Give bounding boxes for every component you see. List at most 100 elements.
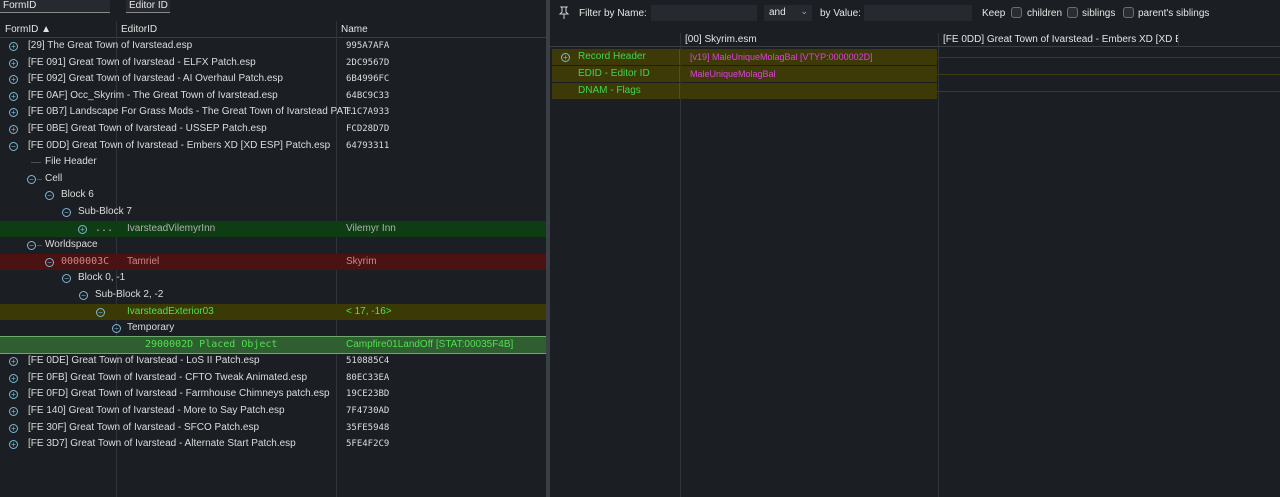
expand-plus-icon[interactable]: +: [9, 373, 18, 383]
tree-row-plugin[interactable]: + [FE 140] Great Town of Ivarstead - Mor…: [0, 403, 546, 420]
collapse-minus-icon[interactable]: −: [27, 174, 36, 184]
row-label: [FE 0FD] Great Town of Ivarstead - Farmh…: [28, 388, 330, 400]
column-header-name[interactable]: Name: [336, 21, 368, 38]
row-label: Worldspace: [45, 239, 98, 251]
row-value: Vilemyr Inn: [346, 222, 396, 234]
record-row-edid[interactable]: EDID - Editor ID MaleUniqueMolagBal: [550, 66, 1280, 82]
row-label: Block 0, -1: [78, 272, 126, 284]
expand-plus-icon[interactable]: +: [9, 124, 18, 134]
tree-row-plugin-expanded[interactable]: − [FE 0DD] Great Town of Ivarstead - Emb…: [0, 138, 546, 155]
tree-row-plugin[interactable]: + [FE 0AF] Occ_Skyrim - The Great Town o…: [0, 88, 546, 105]
tree-row-temporary[interactable]: − Temporary: [0, 320, 546, 337]
filter-name-input[interactable]: [650, 4, 758, 22]
row-label: Cell: [45, 172, 63, 184]
tree-row-block[interactable]: − Block 6: [0, 187, 546, 204]
tree-row-plugin[interactable]: + [FE 0BE] Great Town of Ivarstead - USS…: [0, 121, 546, 138]
row-value: 64BC9C33: [346, 90, 390, 101]
tree-row-sub-block[interactable]: − Sub-Block 7: [0, 204, 546, 221]
row-value: Skyrim: [346, 255, 377, 267]
collapse-minus-icon[interactable]: −: [45, 257, 54, 267]
editorid-filter-input[interactable]: Editor ID: [126, 0, 170, 13]
row-value: 5FE4F2C9: [346, 439, 390, 450]
tree-row-exterior-cell[interactable]: − IvarsteadExterior03 < 17, -16>: [0, 303, 546, 321]
right-pane: Filter by Name: and ⌄ by Value: Keep chi…: [550, 0, 1280, 497]
filter-value-input[interactable]: [863, 4, 973, 22]
column-header-embers-patch[interactable]: [FE 0DD] Great Town of Ivarstead - Ember…: [939, 33, 1179, 47]
column-divider: [680, 33, 681, 497]
tree-row-sub-block[interactable]: − Sub-Block 2, -2: [0, 287, 546, 304]
expand-plus-icon[interactable]: +: [9, 91, 18, 101]
expand-plus-icon[interactable]: +: [9, 42, 18, 51]
row-label: [FE 0DD] Great Town of Ivarstead - Ember…: [28, 139, 331, 151]
keep-label: Keep: [982, 8, 1006, 19]
tree-row-plugin[interactable]: + [FE 0B7] Landscape For Grass Mods - Th…: [0, 104, 546, 121]
record-label: EDID - Editor ID: [578, 68, 650, 79]
keep-siblings-label[interactable]: siblings: [1082, 8, 1115, 19]
tree-row-block[interactable]: − Block 0, -1: [0, 270, 546, 287]
expand-plus-icon[interactable]: +: [9, 58, 18, 68]
row-value: 80EC33EA: [346, 372, 390, 383]
row-label: [FE 092] Great Town of Ivarstead - AI Ov…: [28, 73, 283, 85]
expand-plus-icon[interactable]: +: [561, 53, 570, 62]
tree-row-plugin[interactable]: + [FE 0FD] Great Town of Ivarstead - Far…: [0, 386, 546, 403]
tree-row-plugin[interactable]: + [FE 0FB] Great Town of Ivarstead - CFT…: [0, 370, 546, 387]
collapse-minus-icon[interactable]: −: [45, 191, 54, 201]
row-label: Sub-Block 2, -2: [95, 288, 164, 300]
column-header-editorid[interactable]: EditorID: [116, 21, 157, 38]
collapse-minus-icon[interactable]: −: [96, 307, 105, 317]
expand-plus-icon[interactable]: +: [9, 390, 18, 400]
expand-plus-icon[interactable]: +: [9, 75, 18, 85]
keep-parents-siblings-checkbox[interactable]: [1123, 7, 1134, 18]
row-label: [FE 30F] Great Town of Ivarstead - SFCO …: [28, 421, 260, 433]
tree-row-placed-object-selected[interactable]: 2900002D Placed Object Campfire01LandOff…: [0, 335, 547, 355]
row-label: [FE 091] Great Town of Ivarstead - ELFX …: [28, 56, 256, 68]
pin-icon[interactable]: [558, 6, 570, 23]
keep-siblings-checkbox[interactable]: [1067, 7, 1078, 18]
left-filter-bar: FormID Editor ID: [0, 0, 546, 17]
filter-operator-select[interactable]: and ⌄: [763, 4, 813, 22]
cell-divider: [679, 83, 680, 99]
collapse-minus-icon[interactable]: −: [79, 290, 88, 300]
tree-row-worldspace-record[interactable]: − 0000003C Tamriel Skyrim: [0, 253, 546, 271]
column-header-skyrim-esm[interactable]: [00] Skyrim.esm: [681, 33, 939, 47]
tree-row-plugin[interactable]: + [FE 092] Great Town of Ivarstead - AI …: [0, 71, 546, 88]
collapse-minus-icon[interactable]: −: [62, 274, 71, 284]
keep-children-label[interactable]: children: [1027, 8, 1062, 19]
record-label: Record Header: [578, 51, 646, 62]
collapse-minus-icon[interactable]: −: [9, 141, 18, 151]
formid-filter-input[interactable]: FormID: [0, 0, 110, 13]
tree-row-plugin[interactable]: + [FE 0DE] Great Town of Ivarstead - LoS…: [0, 353, 546, 370]
expand-plus-icon[interactable]: +: [9, 357, 18, 367]
expand-plus-icon[interactable]: +: [78, 224, 87, 234]
row-value: FCD28D7D: [346, 123, 390, 134]
collapse-minus-icon[interactable]: −: [62, 207, 71, 217]
row-divider: [937, 74, 1280, 75]
tree-row-worldspace-group[interactable]: − Worldspace: [0, 237, 546, 254]
collapse-minus-icon[interactable]: −: [27, 241, 36, 251]
tree-row-plugin[interactable]: + [FE 30F] Great Town of Ivarstead - SFC…: [0, 420, 546, 437]
record-tree: + [29] The Great Town of Ivarstead.esp 9…: [0, 38, 547, 453]
tree-row-cell-record[interactable]: + ... IvarsteadVilemyrInn Vilemyr Inn: [0, 220, 546, 238]
tree-row-plugin[interactable]: + [FE 091] Great Town of Ivarstead - ELF…: [0, 55, 546, 72]
row-divider: [937, 91, 1280, 92]
keep-parents-siblings-label[interactable]: parent's siblings: [1138, 8, 1209, 19]
expand-plus-icon[interactable]: +: [9, 440, 18, 450]
tree-row-plugin[interactable]: + [29] The Great Town of Ivarstead.esp 9…: [0, 38, 546, 55]
expand-plus-icon[interactable]: +: [9, 407, 18, 417]
record-row-dnam[interactable]: DNAM - Flags: [550, 83, 1280, 99]
collapse-minus-icon[interactable]: −: [112, 324, 121, 334]
row-label: Block 6: [61, 189, 94, 201]
record-row-header[interactable]: + Record Header [v19] MaleUniqueMolagBal…: [550, 49, 1280, 65]
column-header-formid[interactable]: FormID ▲: [0, 21, 51, 38]
record-value: [v19] MaleUniqueMolagBal [VTYP:0000002D]: [690, 52, 873, 62]
expand-plus-icon[interactable]: +: [9, 108, 18, 118]
tree-connector: [37, 178, 42, 180]
cell-divider: [679, 66, 680, 82]
expand-plus-icon[interactable]: +: [9, 423, 18, 433]
keep-children-checkbox[interactable]: [1011, 7, 1022, 18]
tree-row-plugin[interactable]: + [FE 3D7] Great Town of Ivarstead - Alt…: [0, 436, 546, 453]
tree-row-cell-group[interactable]: − Cell: [0, 171, 546, 188]
tree-row-file-header[interactable]: File Header: [0, 154, 546, 171]
row-value: 35FE5948: [346, 422, 390, 433]
row-editorid: IvarsteadExterior03: [127, 305, 214, 317]
